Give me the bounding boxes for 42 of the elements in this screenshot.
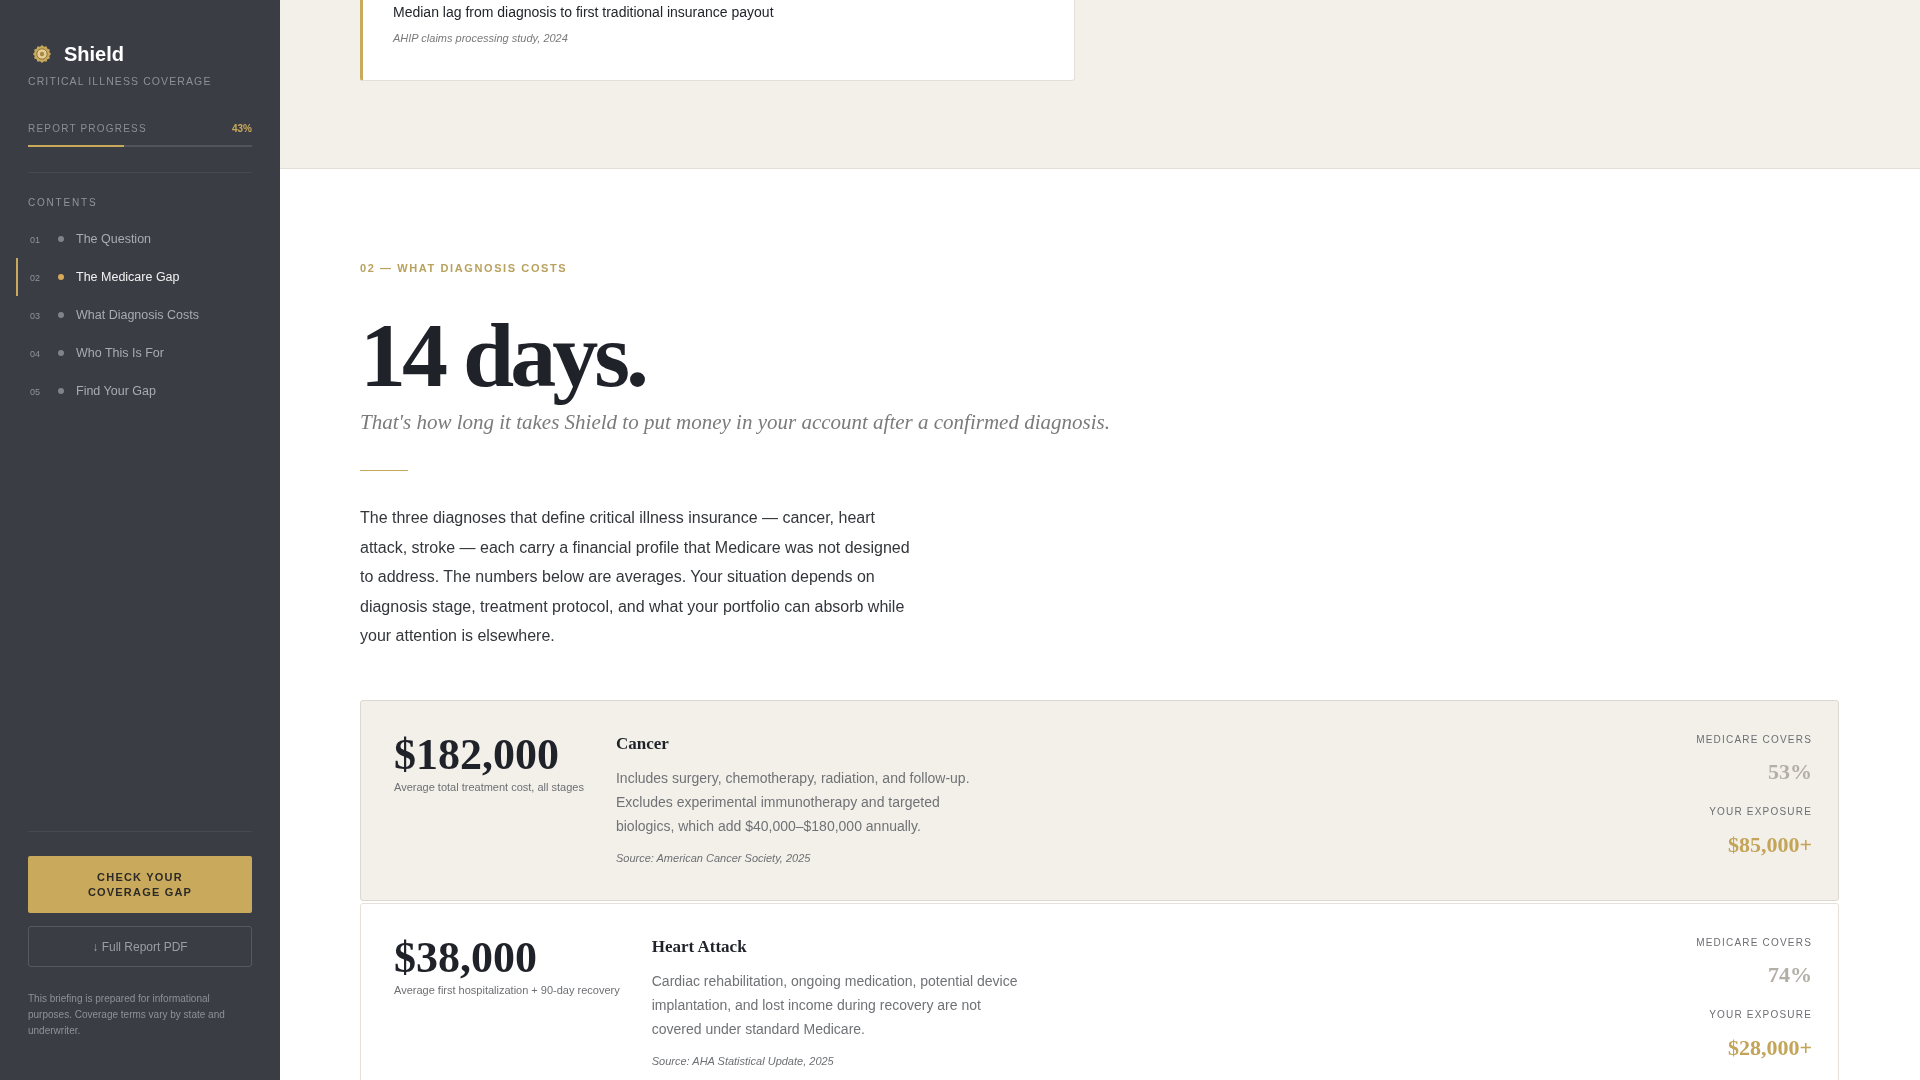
dot-icon	[58, 388, 64, 394]
stat-caption: Median lag from diagnosis to first traditional insurance payout	[393, 3, 774, 22]
progress-label: REPORT PROGRESS	[28, 122, 147, 136]
exposure-value: $28,000+	[1727, 1034, 1812, 1061]
cost-note: Average first hospitalization + 90-day recovery	[394, 982, 620, 997]
stat-source: AHIP claims processing study, 2024	[393, 31, 568, 45]
contents-heading: CONTENTS	[28, 197, 98, 209]
dot-icon	[58, 312, 64, 318]
contents-item[interactable]: 05 Find Your Gap	[16, 372, 252, 410]
disclaimer-text: This briefing is prepared for informational purposes. Coverage terms vary by state and underwriter.	[28, 992, 226, 1038]
subheadline: That's how long it takes Shield to put money in your account after a confirmed diagnosis.	[360, 409, 1110, 436]
progress-reading: 43%	[232, 122, 252, 136]
contents-item[interactable]: 03 What Diagnosis Costs	[16, 296, 252, 334]
cost-amount: $182,000	[394, 732, 559, 777]
section-eyebrow: 02 — WHAT DIAGNOSIS COSTS	[360, 261, 568, 275]
dot-icon	[58, 274, 64, 280]
coverage-value: 53%	[1768, 758, 1812, 785]
contents-item[interactable]: 04 Who This Is For	[16, 334, 252, 372]
exposure-label: YOUR EXPOSURE	[1709, 804, 1812, 819]
dot-icon	[58, 236, 64, 242]
download-pdf-button[interactable]: ↓ Full Report PDF	[28, 926, 252, 967]
diagnosis-description: Includes surgery, chemotherapy, radiation, and follow-up. Excludes experimental immunotherapy and targeted biologics, which add $40,000–$180,000 annually.	[615, 768, 971, 836]
exposure-label: YOUR EXPOSURE	[1709, 1007, 1812, 1022]
cost-note: Average total treatment cost, all stages	[394, 779, 584, 794]
body-paragraph: The three diagnoses that define critical illness insurance — cancer, heart attack, stroke — each carry a financial profile that Medicare was not designed to address. The numbers below are averages. Your situation depends on diagnosis stage, treatment protocol, and what your portfolio can absorb while your attention is elsewhere.	[360, 508, 911, 646]
source-citation: Source: American Cancer Society, 2025	[615, 850, 811, 865]
diagnosis-title: Heart Attack	[651, 935, 747, 958]
check-coverage-button[interactable]: CHECK YOUR COVERAGE GAP	[28, 856, 252, 913]
coverage-label: MEDICARE COVERS	[1696, 732, 1812, 747]
diagnosis-description: Cardiac rehabilitation, ongoing medication, potential device implantation, and lost income during recovery are not covered under standard Medicare.	[651, 971, 1019, 1039]
brand-name: Shield	[64, 42, 124, 66]
coverage-value: 74%	[1768, 961, 1812, 988]
medallion-icon	[33, 45, 51, 63]
exposure-value: $85,000+	[1727, 831, 1812, 858]
diagnosis-title: Cancer	[615, 732, 669, 755]
contents-item[interactable]: 02 The Medicare Gap	[16, 258, 252, 296]
source-citation: Source: AHA Statistical Update, 2025	[651, 1053, 834, 1068]
cost-amount: $38,000	[394, 935, 537, 980]
dot-icon	[58, 350, 64, 356]
brand-tagline: CRITICAL ILLNESS COVERAGE	[28, 74, 212, 88]
coverage-label: MEDICARE COVERS	[1696, 935, 1812, 950]
contents-item[interactable]: 01 The Question	[16, 220, 252, 258]
